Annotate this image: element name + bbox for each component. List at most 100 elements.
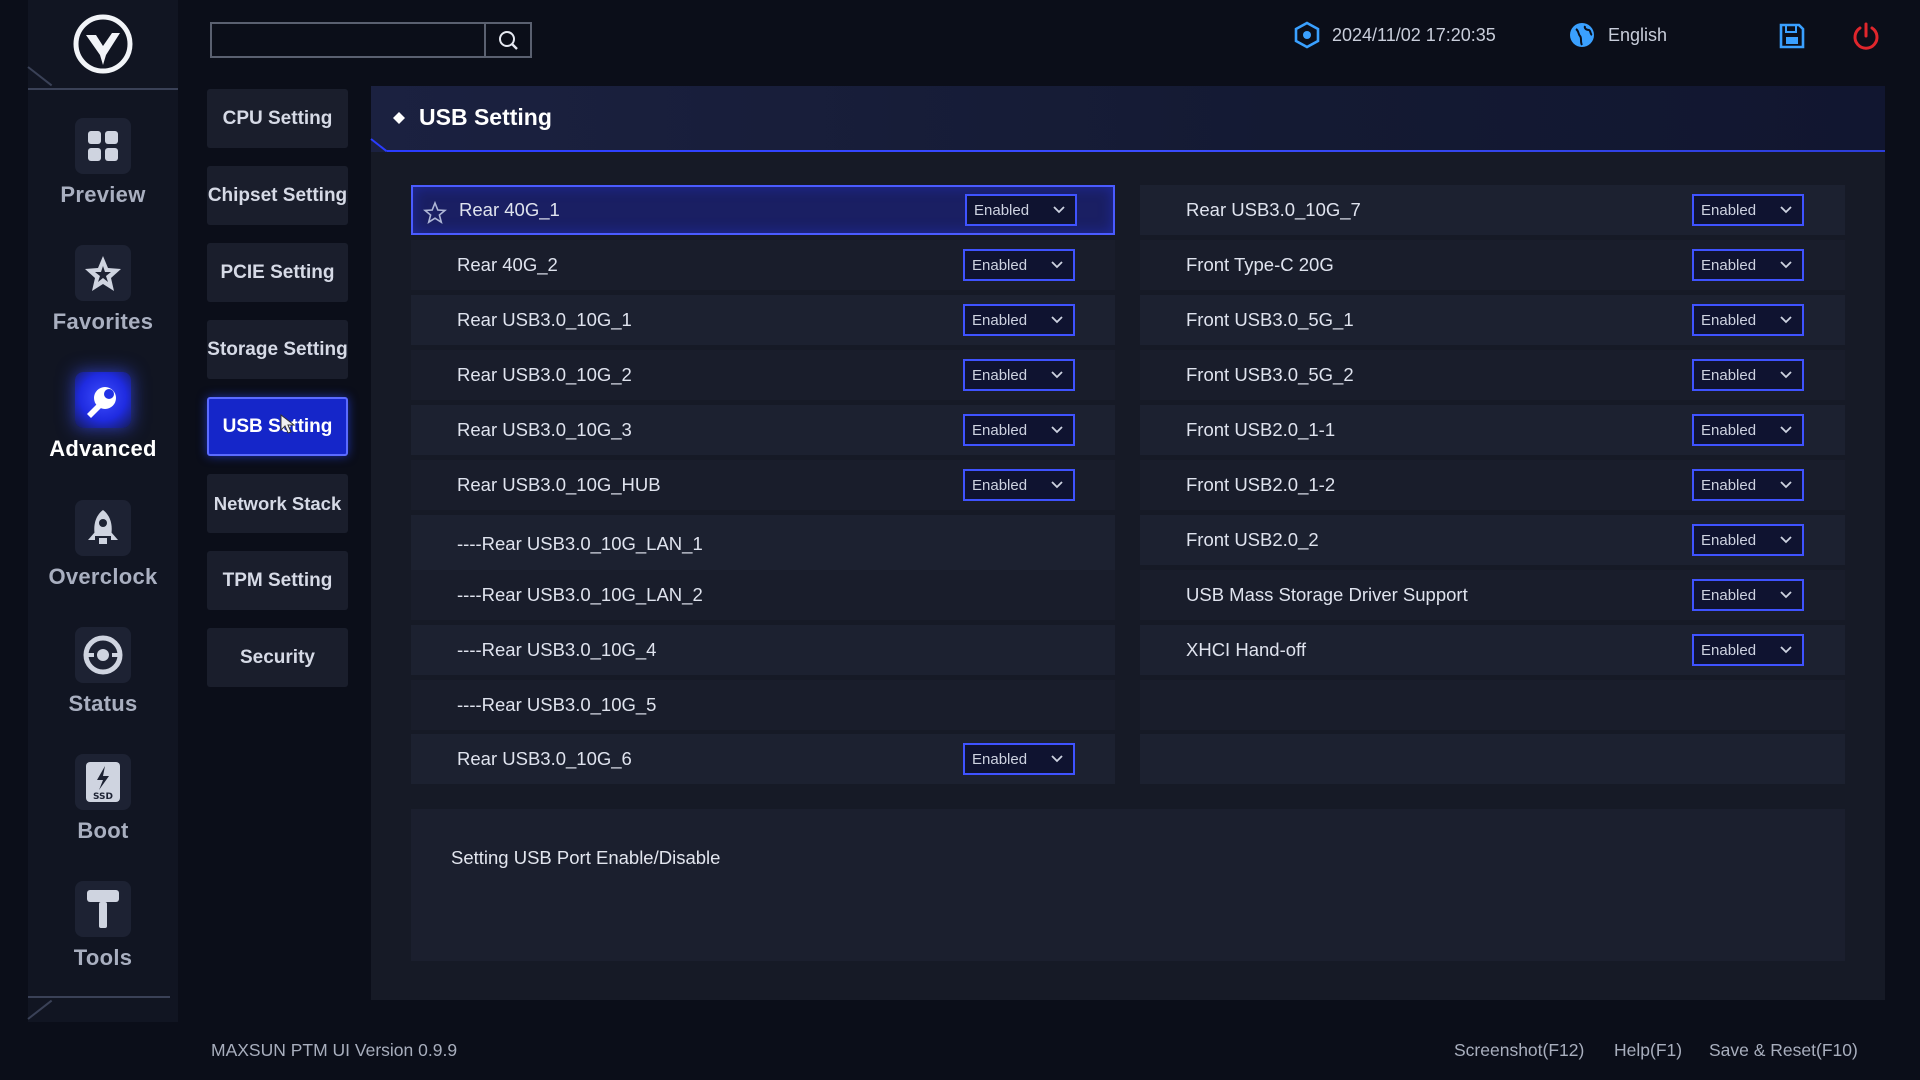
grid-icon (75, 118, 131, 174)
star-icon (75, 245, 131, 301)
setting-label: Rear 40G_2 (457, 254, 558, 275)
submenu-pcie-setting[interactable]: PCIE Setting (207, 243, 348, 302)
setting-row-xhci-hand-off[interactable]: XHCI Hand-off Enabled (1140, 625, 1845, 675)
setting-dropdown[interactable]: Enabled (963, 249, 1075, 281)
rail-divider (28, 88, 178, 90)
setting-label: ----Rear USB3.0_10G_4 (457, 639, 657, 660)
nav-label: Preview (60, 182, 146, 207)
setting-label: Rear USB3.0_10G_7 (1186, 199, 1361, 220)
submenu-network-stack[interactable]: Network Stack (207, 474, 348, 533)
favorite-star-icon[interactable] (423, 201, 447, 225)
setting-row-rear-usb3-10g-6[interactable]: Rear USB3.0_10G_6 Enabled (411, 734, 1115, 784)
empty-row (1140, 680, 1845, 730)
setting-label: Front USB3.0_5G_1 (1186, 309, 1354, 330)
nav-item-advanced[interactable]: Advanced (28, 372, 178, 472)
setting-label: Rear USB3.0_10G_2 (457, 364, 632, 385)
save-button[interactable] (1774, 18, 1810, 54)
setting-row-front-type-c-20g[interactable]: Front Type-C 20G Enabled (1140, 240, 1845, 290)
nav-item-status[interactable]: Status (28, 627, 178, 727)
setting-row-front-usb3-5g-1[interactable]: Front USB3.0_5G_1 Enabled (1140, 295, 1845, 345)
setting-dropdown[interactable]: Enabled (965, 194, 1077, 226)
dropdown-value: Enabled (972, 476, 1028, 494)
nav-item-overclock[interactable]: Overclock (28, 500, 178, 600)
setting-dropdown[interactable]: Enabled (1692, 414, 1804, 446)
submenu-security[interactable]: Security (207, 628, 348, 687)
setting-row-rear-usb3-10g-hub[interactable]: Rear USB3.0_10G_HUB Enabled (411, 460, 1115, 510)
setting-dropdown[interactable]: Enabled (1692, 194, 1804, 226)
setting-label: ----Rear USB3.0_10G_LAN_1 (457, 533, 703, 554)
setting-dropdown[interactable]: Enabled (1692, 359, 1804, 391)
dropdown-value: Enabled (1701, 421, 1757, 439)
nav-item-favorites[interactable]: Favorites (28, 245, 178, 345)
rail-divider (28, 996, 170, 998)
search-button[interactable] (484, 24, 530, 56)
empty-row (1140, 734, 1845, 784)
help-description-box: Setting USB Port Enable/Disable (411, 809, 1845, 961)
setting-dropdown[interactable]: Enabled (963, 469, 1075, 501)
setting-dropdown[interactable]: Enabled (963, 743, 1075, 775)
dropdown-value: Enabled (974, 201, 1030, 219)
help-description: Setting USB Port Enable/Disable (451, 847, 721, 868)
submenu-cpu-setting[interactable]: CPU Setting (207, 89, 348, 148)
save-reset-button[interactable]: Save & Reset(F10) (1709, 1040, 1858, 1061)
power-button[interactable] (1848, 18, 1884, 54)
setting-row-rear-40g-2[interactable]: Rear 40G_2 Enabled (411, 240, 1115, 290)
setting-row-usb-mass-storage[interactable]: USB Mass Storage Driver Support Enabled (1140, 570, 1845, 620)
setting-dropdown[interactable]: Enabled (1692, 469, 1804, 501)
submenu-tpm-setting[interactable]: TPM Setting (207, 551, 348, 610)
setting-dropdown[interactable]: Enabled (1692, 304, 1804, 336)
chevron-down-icon (1780, 591, 1792, 599)
setting-dropdown[interactable]: Enabled (1692, 249, 1804, 281)
setting-row-front-usb2-2[interactable]: Front USB2.0_2 Enabled (1140, 515, 1845, 565)
search-box (210, 22, 532, 58)
chevron-down-icon (1051, 481, 1063, 489)
nav-label: Overclock (48, 564, 158, 589)
screenshot-button[interactable]: Screenshot(F12) (1454, 1040, 1584, 1061)
setting-row-rear-usb3-10g-2[interactable]: Rear USB3.0_10G_2 Enabled (411, 350, 1115, 400)
dropdown-value: Enabled (1701, 256, 1757, 274)
setting-dropdown[interactable]: Enabled (963, 359, 1075, 391)
setting-row-rear-usb3-10g-lan-1: ----Rear USB3.0_10G_LAN_1 (411, 515, 1115, 573)
setting-row-front-usb2-1-1[interactable]: Front USB2.0_1-1 Enabled (1140, 405, 1845, 455)
panel-header (371, 86, 1885, 152)
search-input[interactable] (212, 24, 486, 56)
dropdown-value: Enabled (972, 421, 1028, 439)
setting-dropdown[interactable]: Enabled (1692, 579, 1804, 611)
submenu-usb-setting[interactable]: USB Setting (207, 397, 348, 456)
setting-row-rear-usb3-10g-7[interactable]: Rear USB3.0_10G_7 Enabled (1140, 185, 1845, 235)
chevron-down-icon (1780, 481, 1792, 489)
setting-label: Front USB2.0_1-1 (1186, 419, 1336, 440)
nav-item-preview[interactable]: Preview (28, 118, 178, 218)
setting-row-rear-40g-1[interactable]: Rear 40G_1 Enabled (411, 185, 1115, 235)
nav-item-boot[interactable]: SSD Boot (28, 754, 178, 854)
chevron-down-icon (1051, 426, 1063, 434)
setting-dropdown[interactable]: Enabled (1692, 524, 1804, 556)
page-title: USB Setting (419, 104, 552, 130)
nav-item-tools[interactable]: Tools (28, 881, 178, 981)
svg-text:SSD: SSD (93, 792, 113, 802)
submenu-storage-setting[interactable]: Storage Setting (207, 320, 348, 379)
setting-row-front-usb3-5g-2[interactable]: Front USB3.0_5G_2 Enabled (1140, 350, 1845, 400)
chevron-down-icon (1780, 371, 1792, 379)
setting-dropdown[interactable]: Enabled (963, 304, 1075, 336)
setting-row-rear-usb3-10g-1[interactable]: Rear USB3.0_10G_1 Enabled (411, 295, 1115, 345)
language-selector[interactable]: English (1568, 20, 1667, 50)
wrench-icon (75, 372, 131, 428)
chevron-down-icon (1780, 261, 1792, 269)
chevron-down-icon (1780, 206, 1792, 214)
setting-label: ----Rear USB3.0_10G_LAN_2 (457, 584, 703, 605)
datetime-text: 2024/11/02 17:20:35 (1332, 24, 1496, 45)
setting-label: Rear USB3.0_10G_6 (457, 748, 632, 769)
gauge-icon (75, 627, 131, 683)
setting-dropdown[interactable]: Enabled (1692, 634, 1804, 666)
setting-dropdown[interactable]: Enabled (963, 414, 1075, 446)
title-bullet-icon (393, 112, 405, 124)
setting-row-front-usb2-1-2[interactable]: Front USB2.0_1-2 Enabled (1140, 460, 1845, 510)
language-label: English (1608, 24, 1668, 45)
setting-row-rear-usb3-10g-3[interactable]: Rear USB3.0_10G_3 Enabled (411, 405, 1115, 455)
nav-label: Boot (77, 818, 129, 843)
nav-label: Status (68, 691, 138, 716)
power-icon (1853, 22, 1879, 50)
submenu-chipset-setting[interactable]: Chipset Setting (207, 166, 348, 225)
help-button[interactable]: Help(F1) (1614, 1040, 1682, 1061)
